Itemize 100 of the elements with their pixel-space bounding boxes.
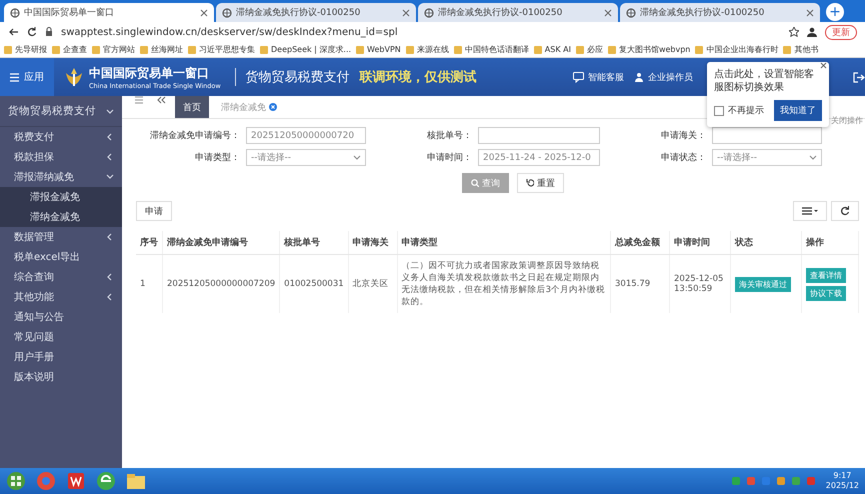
- globe-icon: [222, 8, 232, 18]
- column-header: 申请时间: [670, 231, 730, 254]
- menu-button[interactable]: 应用: [0, 58, 54, 96]
- document-app-icon[interactable]: [66, 471, 86, 491]
- apply-button[interactable]: 申请: [136, 201, 172, 221]
- field-label: 申请海关：: [660, 130, 706, 142]
- folder-icon[interactable]: [126, 471, 146, 491]
- close-circle-icon[interactable]: [269, 103, 277, 111]
- sidebar-item[interactable]: 税款担保: [0, 147, 122, 167]
- sidebar-item[interactable]: 综合查询: [0, 267, 122, 287]
- close-icon[interactable]: [402, 8, 410, 16]
- page-tab[interactable]: 首页: [175, 96, 209, 118]
- bookmark-icon: [92, 46, 100, 54]
- refresh-icon: [840, 206, 850, 216]
- sidebar-item[interactable]: 税费支付: [0, 127, 122, 147]
- bookmark[interactable]: 习近平思想专集: [188, 44, 255, 55]
- popup-message: 点击此处，设置智能客服图标切换效果: [714, 68, 815, 94]
- user-role[interactable]: 企业操作员: [648, 70, 693, 84]
- browser-tab[interactable]: 中国国际贸易单一窗口: [4, 3, 214, 22]
- bookmark-icon: [188, 46, 196, 54]
- table-cell: 3015.79: [610, 254, 670, 313]
- sidebar-subitem[interactable]: 滞报金减免: [0, 187, 122, 207]
- start-button-icon[interactable]: [6, 471, 26, 491]
- emblem-icon: [64, 67, 84, 87]
- input-field[interactable]: [478, 127, 600, 144]
- bookmark[interactable]: 丝海网址: [140, 44, 183, 55]
- bookmark-icon: [52, 46, 60, 54]
- update-button[interactable]: 更新: [825, 24, 857, 40]
- bookmark[interactable]: WebVPN: [356, 45, 401, 54]
- bookmark[interactable]: 必应: [576, 44, 603, 55]
- checkbox[interactable]: [714, 106, 724, 116]
- bookmark-icon: [608, 46, 616, 54]
- logout-icon[interactable]: [853, 72, 865, 82]
- refresh-button[interactable]: [831, 201, 859, 221]
- back-icon[interactable]: [8, 27, 19, 37]
- new-tab-button[interactable]: +: [826, 3, 844, 21]
- environment-notice: 联调环境，仅供测试: [360, 68, 477, 86]
- column-header: 序号: [136, 231, 162, 254]
- sidebar-item[interactable]: 滞报滞纳减免: [0, 167, 122, 187]
- got-it-button[interactable]: 我知道了: [774, 100, 822, 121]
- bookmark[interactable]: 其他书: [783, 44, 818, 55]
- globe-icon: [10, 8, 20, 18]
- table-cell: 北京关区: [348, 254, 398, 313]
- bookmark[interactable]: 企查查: [52, 44, 87, 55]
- column-header: 核批单号: [280, 231, 348, 254]
- clock-time: 9:17: [832, 471, 852, 481]
- table-cell: （二）因不可抗力或者国家政策调整原因导致纳税义务人自海关填发税款缴款书之日起在规定期限内无法缴纳税款，但在相关情形解除后3个月内补缴税款的。: [397, 254, 610, 313]
- chat-icon[interactable]: [573, 72, 584, 82]
- browser-tab[interactable]: 滞纳金减免执行协议-0100250: [216, 3, 416, 22]
- sidebar-item[interactable]: 数据管理: [0, 227, 122, 247]
- address-bar[interactable]: swapptest.singlewindow.cn/deskserver/sw/deskIndex?menu_id=spl: [61, 26, 781, 38]
- table-cell: 01002500031: [280, 254, 348, 313]
- sidebar-item[interactable]: 通知与公告: [0, 307, 122, 327]
- column-header: 申请类型: [397, 231, 610, 254]
- bookmark[interactable]: 官方网站: [92, 44, 135, 55]
- close-icon[interactable]: [806, 8, 814, 16]
- select-field[interactable]: --请选择--: [246, 149, 366, 166]
- table-cell: 2025-12-05 13:50:59: [670, 254, 730, 313]
- bookmark[interactable]: 中国特色话语翻译: [454, 44, 529, 55]
- sidebar-item[interactable]: 用户手册: [0, 347, 122, 367]
- lock-icon: [45, 27, 53, 37]
- field-label: 核批单号：: [426, 130, 472, 142]
- sidebar-item[interactable]: 版本说明: [0, 367, 122, 387]
- select-field[interactable]: --请选择--: [712, 149, 822, 166]
- star-icon[interactable]: [789, 27, 799, 37]
- bookmark-icon: [576, 46, 584, 54]
- close-icon[interactable]: [200, 8, 208, 16]
- input-field[interactable]: [712, 127, 822, 144]
- clock-date: 2025/12: [826, 481, 859, 491]
- browser-tab[interactable]: 滞纳金减免执行协议-0100250: [620, 3, 820, 22]
- tray-icon[interactable]: [776, 476, 786, 486]
- field-label: 申请类型：: [194, 152, 240, 164]
- sidebar-item[interactable]: 常见问题: [0, 327, 122, 347]
- globe-icon: [626, 8, 636, 18]
- close-hint: 关闭操作: [831, 115, 863, 126]
- reload-icon[interactable]: [27, 27, 37, 37]
- bookmark[interactable]: 先导研报: [4, 44, 47, 55]
- bookmark[interactable]: 中国企业出海春行时: [695, 44, 778, 55]
- input-field[interactable]: 202512050000000720: [246, 127, 366, 144]
- bookmark-icon: [454, 46, 462, 54]
- browser-tab[interactable]: 滞纳金减免执行协议-0100250: [418, 3, 618, 22]
- input-field[interactable]: 2025-11-24 - 2025-12-0: [478, 149, 600, 166]
- bookmark[interactable]: DeepSeek | 深度求...: [260, 44, 352, 55]
- close-icon[interactable]: [820, 62, 827, 69]
- browser-icon[interactable]: [96, 471, 116, 491]
- sidebar-item[interactable]: 税单excel导出: [0, 247, 122, 267]
- bookmark[interactable]: 来源在线: [406, 44, 449, 55]
- reset-icon: [526, 179, 534, 187]
- sidebar-item[interactable]: 其他功能: [0, 287, 122, 307]
- columns-button[interactable]: [793, 201, 827, 221]
- checkbox-label: 不再提示: [728, 104, 764, 117]
- user-icon[interactable]: [807, 27, 817, 37]
- reset-button[interactable]: 重置: [517, 173, 564, 193]
- close-icon[interactable]: [604, 8, 612, 16]
- table-cell: 1: [136, 254, 162, 313]
- sidebar-subitem[interactable]: 滞纳金减免: [0, 207, 122, 227]
- support-link[interactable]: 智能客服: [588, 70, 624, 84]
- bookmark[interactable]: 复大图书馆webvpn: [608, 44, 690, 55]
- bookmark[interactable]: ASK AI: [534, 45, 571, 54]
- bookmark-icon: [260, 46, 268, 54]
